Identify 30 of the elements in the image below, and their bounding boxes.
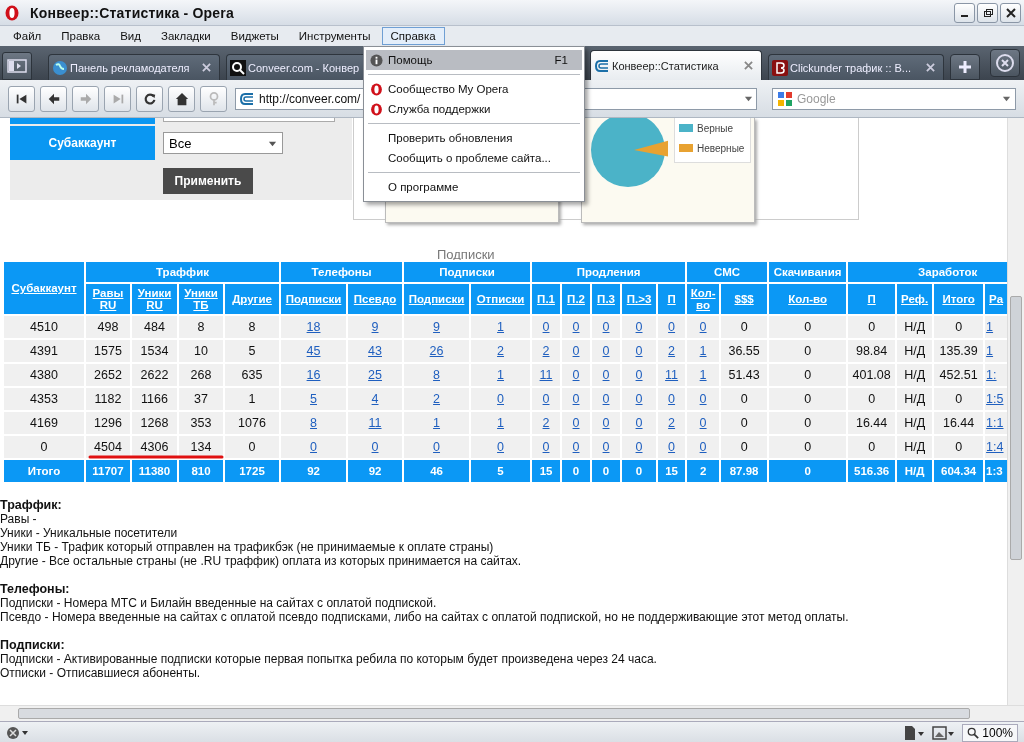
group-header: Телефоны xyxy=(280,261,404,283)
note-line: Отписки - Отписавшиеся абоненты. xyxy=(0,666,202,680)
note-line: Подписки - Активированные подписки которые первая попытка ребила по которым будет произведена через 24 часа. xyxy=(0,652,658,666)
table-cell: 4169 xyxy=(3,411,85,435)
note-line: Уники - Уникальные посетители xyxy=(0,526,179,540)
group-header: Заработок xyxy=(847,261,1007,283)
group-header: Продления xyxy=(531,261,687,283)
subaccount-label: Субаккаунт xyxy=(10,126,155,160)
note-line: Подписки - Номера МТС и Билайн введенные на сайтах с оплатой подпиской. xyxy=(0,596,438,610)
note-line: Равы - xyxy=(0,512,38,526)
group-header: Подписки xyxy=(403,261,532,283)
note-heading: Траффик: xyxy=(0,498,63,512)
table-cell: 4353 xyxy=(3,387,85,411)
group-header: Траффик xyxy=(85,261,281,283)
note-line: Другие - Все остальные страны (не .RU траффик) оплата из которых принимается на сайтах. xyxy=(0,554,523,568)
group-header: СМС xyxy=(686,261,769,283)
table-cell: 4510 xyxy=(3,315,85,339)
note-line: Уники ТБ - Трафик который отправлен на трафикбэк (не принимаемые к оплате страны) xyxy=(0,540,495,554)
legend-label: Неверные xyxy=(697,142,745,154)
table-cell: 4380 xyxy=(3,363,85,387)
window-title: Конвеер::Статистика - Opera xyxy=(30,4,234,21)
legend-label: Верные xyxy=(697,122,734,134)
group-header: Скачивания xyxy=(768,261,848,283)
note-line: Псевдо - Номера введенные на сайтах с оплатой псевдо подписками, либо на сайтах с оплатой подпиской, но не поддерживающие этот метод оплаты. xyxy=(0,610,850,624)
note-heading: Телефоны: xyxy=(0,582,71,596)
chart-caption: Подписки xyxy=(437,250,496,260)
table-cell: 4391 xyxy=(3,339,85,363)
table-cell: 0 xyxy=(3,435,85,459)
total-label: Итого xyxy=(3,459,85,483)
note-heading: Подписки: xyxy=(0,638,66,652)
